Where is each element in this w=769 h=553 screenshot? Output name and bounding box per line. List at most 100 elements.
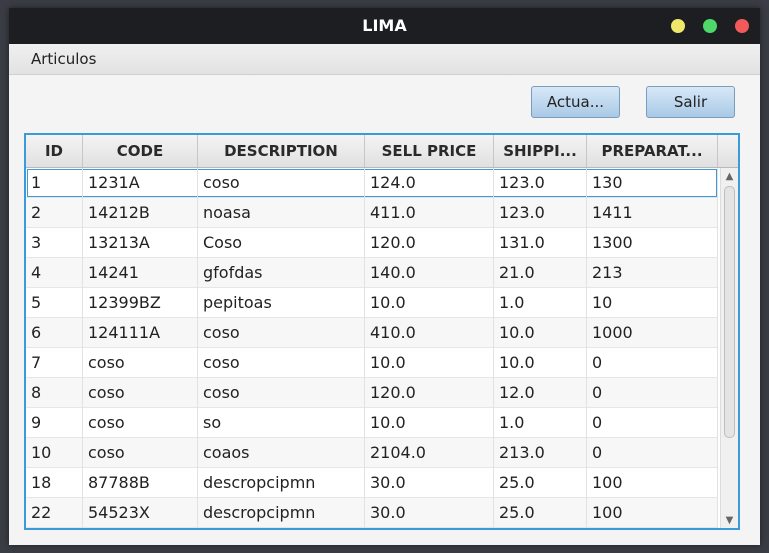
table-row[interactable]: 5 12399BZ pepitoas 10.0 1.0 10 xyxy=(26,288,718,318)
title-bar[interactable]: LIMA xyxy=(9,8,760,44)
cell-code[interactable]: 14241 xyxy=(83,258,198,288)
cell-id[interactable]: 4 xyxy=(26,258,83,288)
cell-id[interactable]: 1 xyxy=(26,168,83,198)
cell-id[interactable]: 9 xyxy=(26,408,83,438)
cell-shipping[interactable]: 123.0 xyxy=(494,198,587,228)
cell-code[interactable]: 13213A xyxy=(83,228,198,258)
cell-sell-price[interactable]: 411.0 xyxy=(365,198,494,228)
column-header-id[interactable]: ID xyxy=(26,135,83,167)
cell-preparation[interactable]: 1000 xyxy=(587,318,718,348)
table-row[interactable]: 10 coso coaos 2104.0 213.0 0 xyxy=(26,438,718,468)
cell-preparation[interactable]: 1411 xyxy=(587,198,718,228)
cell-sell-price[interactable]: 10.0 xyxy=(365,348,494,378)
cell-code[interactable]: 54523X xyxy=(83,498,198,528)
cell-id[interactable]: 2 xyxy=(26,198,83,228)
cell-shipping[interactable]: 10.0 xyxy=(494,348,587,378)
cell-shipping[interactable]: 1.0 xyxy=(494,408,587,438)
close-icon[interactable] xyxy=(735,19,749,33)
cell-description[interactable]: Coso xyxy=(198,228,365,258)
column-header-preparation[interactable]: PREPARAT... xyxy=(587,135,718,167)
cell-code[interactable]: coso xyxy=(83,348,198,378)
cell-sell-price[interactable]: 30.0 xyxy=(365,468,494,498)
cell-sell-price[interactable]: 410.0 xyxy=(365,318,494,348)
cell-description[interactable]: coso xyxy=(198,168,365,198)
table-row[interactable]: 7 coso coso 10.0 10.0 0 xyxy=(26,348,718,378)
cell-sell-price[interactable]: 120.0 xyxy=(365,378,494,408)
cell-preparation[interactable]: 0 xyxy=(587,378,718,408)
table-row[interactable]: 4 14241 gfofdas 140.0 21.0 213 xyxy=(26,258,718,288)
cell-description[interactable]: coso xyxy=(198,348,365,378)
column-header-sell-price[interactable]: SELL PRICE xyxy=(365,135,494,167)
cell-code[interactable]: coso xyxy=(83,408,198,438)
cell-preparation[interactable]: 100 xyxy=(587,498,718,528)
cell-preparation[interactable]: 100 xyxy=(587,468,718,498)
cell-id[interactable]: 18 xyxy=(26,468,83,498)
cell-preparation[interactable]: 0 xyxy=(587,438,718,468)
cell-description[interactable]: descropcipmn xyxy=(198,468,365,498)
salir-button[interactable]: Salir xyxy=(646,86,735,118)
cell-shipping[interactable]: 21.0 xyxy=(494,258,587,288)
cell-preparation[interactable]: 10 xyxy=(587,288,718,318)
table-row[interactable]: 22 54523X descropcipmn 30.0 25.0 100 xyxy=(26,498,718,528)
cell-shipping[interactable]: 10.0 xyxy=(494,318,587,348)
cell-code[interactable]: 14212B xyxy=(83,198,198,228)
column-header-code[interactable]: CODE xyxy=(83,135,198,167)
minimize-icon[interactable] xyxy=(671,19,685,33)
actua-button[interactable]: Actua... xyxy=(531,86,620,118)
scroll-down-icon[interactable]: ▼ xyxy=(721,514,738,528)
table-row[interactable]: 3 13213A Coso 120.0 131.0 1300 xyxy=(26,228,718,258)
cell-shipping[interactable]: 213.0 xyxy=(494,438,587,468)
cell-description[interactable]: noasa xyxy=(198,198,365,228)
cell-shipping[interactable]: 1.0 xyxy=(494,288,587,318)
cell-code[interactable]: 87788B xyxy=(83,468,198,498)
menu-articulos[interactable]: Articulos xyxy=(23,44,104,74)
table-row[interactable]: 8 coso coso 120.0 12.0 0 xyxy=(26,378,718,408)
cell-sell-price[interactable]: 124.0 xyxy=(365,168,494,198)
cell-id[interactable]: 8 xyxy=(26,378,83,408)
cell-shipping[interactable]: 123.0 xyxy=(494,168,587,198)
cell-sell-price[interactable]: 2104.0 xyxy=(365,438,494,468)
cell-id[interactable]: 10 xyxy=(26,438,83,468)
cell-description[interactable]: descropcipmn xyxy=(198,498,365,528)
cell-sell-price[interactable]: 30.0 xyxy=(365,498,494,528)
cell-code[interactable]: 12399BZ xyxy=(83,288,198,318)
cell-description[interactable]: gfofdas xyxy=(198,258,365,288)
cell-description[interactable]: coso xyxy=(198,318,365,348)
cell-sell-price[interactable]: 140.0 xyxy=(365,258,494,288)
cell-description[interactable]: coaos xyxy=(198,438,365,468)
cell-description[interactable]: coso xyxy=(198,378,365,408)
cell-id[interactable]: 5 xyxy=(26,288,83,318)
cell-sell-price[interactable]: 10.0 xyxy=(365,408,494,438)
table-row[interactable]: 2 14212B noasa 411.0 123.0 1411 xyxy=(26,198,718,228)
cell-id[interactable]: 22 xyxy=(26,498,83,528)
cell-preparation[interactable]: 0 xyxy=(587,348,718,378)
cell-sell-price[interactable]: 120.0 xyxy=(365,228,494,258)
cell-code[interactable]: coso xyxy=(83,378,198,408)
cell-shipping[interactable]: 131.0 xyxy=(494,228,587,258)
vertical-scrollbar[interactable]: ▲ ▼ xyxy=(720,168,738,528)
cell-id[interactable]: 6 xyxy=(26,318,83,348)
cell-code[interactable]: 124111A xyxy=(83,318,198,348)
cell-preparation[interactable]: 0 xyxy=(587,408,718,438)
cell-code[interactable]: 1231A xyxy=(83,168,198,198)
scrollbar-thumb[interactable] xyxy=(724,186,735,438)
column-header-description[interactable]: DESCRIPTION xyxy=(198,135,365,167)
table-row[interactable]: 18 87788B descropcipmn 30.0 25.0 100 xyxy=(26,468,718,498)
cell-code[interactable]: coso xyxy=(83,438,198,468)
scroll-up-icon[interactable]: ▲ xyxy=(721,170,738,184)
maximize-icon[interactable] xyxy=(703,19,717,33)
cell-description[interactable]: pepitoas xyxy=(198,288,365,318)
cell-shipping[interactable]: 12.0 xyxy=(494,378,587,408)
cell-preparation[interactable]: 130 xyxy=(587,168,718,198)
column-header-shipping[interactable]: SHIPPI... xyxy=(494,135,587,167)
cell-sell-price[interactable]: 10.0 xyxy=(365,288,494,318)
cell-id[interactable]: 3 xyxy=(26,228,83,258)
table-row[interactable]: 9 coso so 10.0 1.0 0 xyxy=(26,408,718,438)
articles-table[interactable]: ID CODE DESCRIPTION SELL PRICE SHIPPI...… xyxy=(24,133,740,530)
cell-id[interactable]: 7 xyxy=(26,348,83,378)
cell-preparation[interactable]: 213 xyxy=(587,258,718,288)
table-row[interactable]: 1 1231A coso 124.0 123.0 130 xyxy=(26,168,718,198)
cell-shipping[interactable]: 25.0 xyxy=(494,468,587,498)
table-row[interactable]: 6 124111A coso 410.0 10.0 1000 xyxy=(26,318,718,348)
cell-shipping[interactable]: 25.0 xyxy=(494,498,587,528)
